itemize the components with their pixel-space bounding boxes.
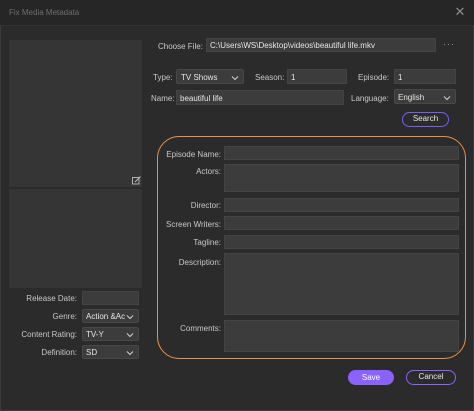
chevron-down-icon <box>231 76 239 81</box>
episode-name-field[interactable] <box>224 146 459 160</box>
file-path-value: C:\Users\WS\Desktop\videos\beautiful lif… <box>210 41 375 50</box>
tagline-label: Tagline: <box>193 238 221 247</box>
release-date-field[interactable] <box>82 291 139 305</box>
cancel-button[interactable]: Cancel <box>406 370 456 385</box>
thumbnail-preview <box>9 189 142 288</box>
content-rating-label: Content Rating: <box>21 330 77 339</box>
actors-field[interactable] <box>224 164 459 192</box>
search-button[interactable]: Search <box>402 112 449 127</box>
save-button[interactable]: Save <box>348 370 394 385</box>
edit-icon[interactable] <box>132 176 141 185</box>
content-rating-value: TV-Y <box>86 330 104 339</box>
name-field[interactable]: beautiful life <box>176 90 344 105</box>
episode-field[interactable]: 1 <box>394 69 456 84</box>
description-label: Description: <box>178 258 221 267</box>
comments-field[interactable] <box>224 320 459 352</box>
file-path-field[interactable]: C:\Users\WS\Desktop\videos\beautiful lif… <box>206 38 436 52</box>
type-label: Type: <box>153 73 173 82</box>
chevron-down-icon <box>126 351 134 356</box>
definition-value: SD <box>86 348 98 357</box>
episode-name-label: Episode Name: <box>166 150 221 159</box>
director-field[interactable] <box>224 198 459 212</box>
episode-value: 1 <box>398 73 403 82</box>
type-value: TV Shows <box>181 73 218 82</box>
language-select[interactable]: English <box>394 89 456 104</box>
choose-file-label: Choose File: <box>158 42 203 51</box>
comments-label: Comments: <box>180 324 221 333</box>
screen-writers-field[interactable] <box>224 216 459 230</box>
episode-label: Episode: <box>358 73 390 82</box>
language-value: English <box>398 93 425 102</box>
chevron-down-icon <box>443 96 451 101</box>
chevron-down-icon <box>126 333 134 338</box>
season-value: 1 <box>291 73 296 82</box>
genre-select[interactable]: Action &Ac <box>82 309 139 323</box>
director-label: Director: <box>190 201 221 210</box>
poster-preview <box>9 40 142 187</box>
type-select[interactable]: TV Shows <box>176 69 244 84</box>
release-date-label: Release Date: <box>26 294 77 303</box>
genre-label: Genre: <box>52 312 77 321</box>
actors-label: Actors: <box>196 167 221 176</box>
screen-writers-label: Screen Writers: <box>166 220 221 229</box>
language-label: Language: <box>351 94 389 103</box>
definition-label: Definition: <box>41 348 77 357</box>
genre-value: Action &Ac <box>86 312 126 321</box>
close-icon[interactable]: ✕ <box>452 4 468 20</box>
chevron-down-icon <box>126 315 134 320</box>
season-field[interactable]: 1 <box>287 69 347 84</box>
name-label: Name: <box>151 94 175 103</box>
window-title: Fix Media Metadata <box>9 8 80 17</box>
name-value: beautiful life <box>180 94 223 103</box>
season-label: Season: <box>255 73 285 82</box>
definition-select[interactable]: SD <box>82 345 139 359</box>
content-rating-select[interactable]: TV-Y <box>82 327 139 341</box>
tagline-field[interactable] <box>224 235 459 249</box>
description-field[interactable] <box>224 253 459 315</box>
browse-button[interactable]: ··· <box>443 39 455 49</box>
